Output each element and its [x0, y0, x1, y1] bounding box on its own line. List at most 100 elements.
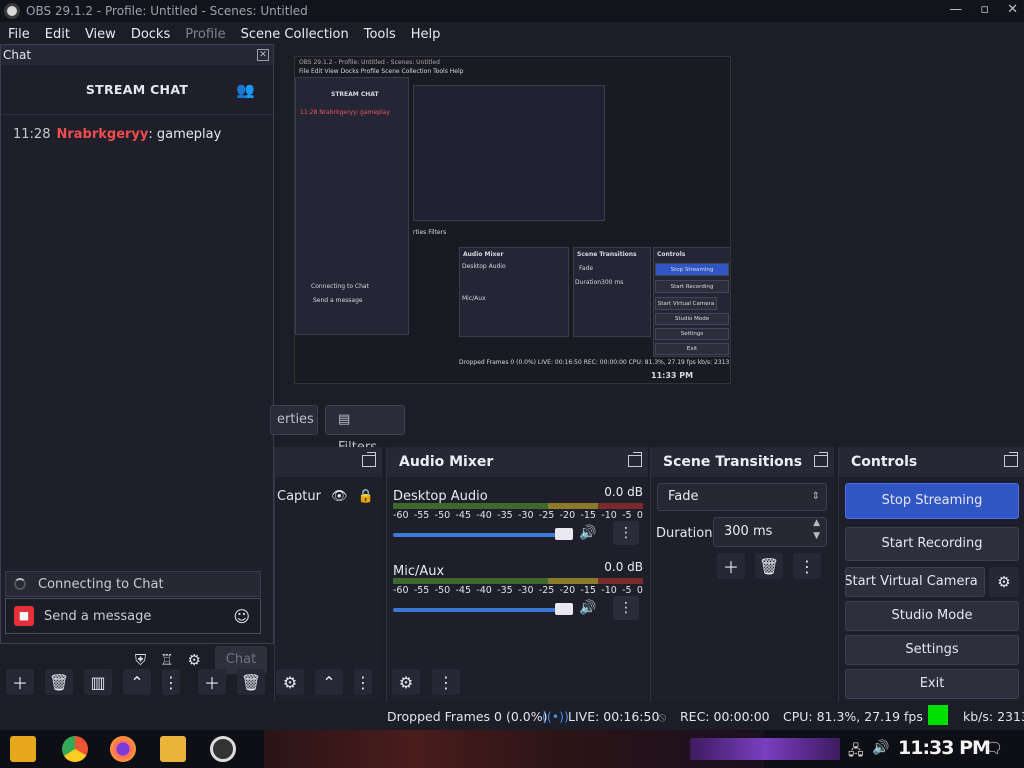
- move-source-up-icon[interactable]: ⌃: [315, 669, 343, 695]
- lock-icon[interactable]: 🔒: [358, 489, 374, 504]
- tick: -10: [601, 510, 617, 521]
- menu-profile[interactable]: Profile: [177, 27, 232, 42]
- spinner-arrows-icon[interactable]: ▲ ▼: [813, 517, 820, 543]
- float-dock-icon[interactable]: [1004, 452, 1018, 467]
- menu-help[interactable]: Help: [403, 27, 448, 42]
- scene-transitions-header: Scene Transitions: [651, 447, 834, 477]
- mixer-menu-icon[interactable]: ⋮: [432, 669, 460, 695]
- obs-taskbar-icon[interactable]: [210, 736, 236, 762]
- menu-docks[interactable]: Docks: [123, 27, 177, 42]
- file-explorer-icon[interactable]: [160, 736, 186, 762]
- scene-transitions-dock: Scene Transitions Fade ⇕ Duration 300 ms…: [650, 447, 834, 702]
- tick: -5: [622, 585, 632, 596]
- chrome-icon[interactable]: [62, 736, 88, 762]
- tab-filters[interactable]: ▤ Filters: [325, 405, 405, 455]
- menu-scene-collection[interactable]: Scene Collection: [233, 27, 356, 42]
- chat-dock: Chat ✕ STREAM CHAT 👥 11:28 Nrabrkgeryy: g…: [0, 44, 274, 674]
- virtual-camera-settings-icon[interactable]: ⚙: [989, 567, 1019, 597]
- connecting-status: Connecting to Chat: [5, 571, 261, 597]
- window-controls: — ▫ ✕: [949, 2, 1018, 17]
- menu-bar: File Edit View Docks Profile Scene Colle…: [0, 22, 1024, 46]
- minimize-button[interactable]: —: [949, 2, 962, 17]
- tick: -55: [413, 510, 430, 521]
- start-recording-button[interactable]: Start Recording: [845, 527, 1019, 561]
- send-message-input[interactable]: ■ Send a message ☺: [5, 598, 261, 634]
- settings-button[interactable]: Settings: [845, 635, 1019, 665]
- tick: -50: [434, 585, 451, 596]
- volume-slider-handle[interactable]: [555, 603, 573, 615]
- volume-icon[interactable]: 🔊: [872, 740, 889, 756]
- bitrate: kb/s: 2313: [963, 709, 1024, 724]
- move-scene-up-icon[interactable]: ⌃: [123, 669, 151, 695]
- float-dock-icon[interactable]: [814, 452, 828, 467]
- remove-transition-icon[interactable]: 🗑: [755, 553, 783, 579]
- volume-meter: [393, 503, 643, 509]
- transition-select[interactable]: Fade ⇕: [657, 483, 827, 511]
- taskbar: 🖧 🔊 11:33 PM 🗨: [0, 730, 1024, 768]
- controls-header: Controls: [839, 447, 1024, 477]
- source-properties-icon[interactable]: ⚙: [276, 669, 304, 695]
- volume-slider-track[interactable]: [393, 533, 563, 537]
- chat-message-user[interactable]: Nrabrkgeryy: [56, 127, 148, 142]
- add-scene-icon[interactable]: ＋: [6, 669, 34, 695]
- source-menu-icon[interactable]: ⋮: [354, 669, 372, 695]
- transition-menu-icon[interactable]: ⋮: [793, 553, 821, 579]
- audio-mixer-dock: Audio Mixer Desktop Audio 0.0 dB -60 -55-…: [386, 447, 648, 702]
- connection-health-indicator: [928, 705, 948, 725]
- tick: -60: [393, 510, 409, 521]
- add-source-icon[interactable]: ＋: [198, 669, 226, 695]
- remove-source-icon[interactable]: 🗑: [237, 669, 265, 695]
- advanced-audio-icon[interactable]: ⚙: [392, 669, 420, 695]
- scene-filters-icon[interactable]: ▥: [84, 669, 112, 695]
- speaker-icon[interactable]: 🔊: [579, 525, 596, 541]
- meter-ticks: -60 -55 -50 -45 -40 -35 -30 -25 -20 -15 -10 -5 0: [393, 510, 643, 521]
- preview-chat-message: 11:28 Nrabrkgeryy: gameplay: [300, 109, 390, 116]
- filters-icon: ▤: [338, 412, 351, 427]
- duration-spinbox[interactable]: 300 ms ▲ ▼: [713, 517, 827, 547]
- users-icon[interactable]: 👥: [236, 81, 255, 99]
- rec-time: REC: 00:00:00: [680, 709, 770, 724]
- float-dock-icon[interactable]: [628, 452, 642, 467]
- channel-db: 0.0 dB: [604, 485, 643, 499]
- preview-transitions-title: Scene Transitions: [577, 251, 637, 258]
- visibility-eye-icon[interactable]: 👁: [331, 489, 348, 504]
- add-transition-icon[interactable]: ＋: [717, 553, 745, 579]
- menu-view[interactable]: View: [77, 27, 123, 42]
- source-item-label: Captur: [277, 489, 321, 504]
- program-preview[interactable]: OBS 29.1.2 - Profile: Untitled - Scenes:…: [294, 56, 731, 384]
- tick: -40: [476, 510, 492, 521]
- close-button[interactable]: ✕: [1007, 2, 1018, 17]
- preview-mic-aux: Mic/Aux: [462, 295, 486, 302]
- menu-tools[interactable]: Tools: [356, 27, 403, 42]
- channel-menu-button[interactable]: ⋮: [613, 596, 639, 620]
- volume-slider-track[interactable]: [393, 608, 563, 612]
- network-icon[interactable]: 🖧: [848, 740, 864, 764]
- emoji-icon[interactable]: ☺: [233, 607, 250, 626]
- meter-ticks: -60 -55 -50 -45 -40 -35 -30 -25 -20 -15 -10 -5 0: [393, 585, 643, 596]
- maximize-button[interactable]: ▫: [980, 2, 989, 17]
- settings-gear-icon[interactable]: ⚙: [188, 651, 201, 669]
- start-menu-icon[interactable]: [10, 736, 36, 762]
- tab-properties[interactable]: erties: [270, 405, 318, 435]
- menu-edit[interactable]: Edit: [37, 27, 77, 42]
- notifications-icon[interactable]: 🗨: [984, 739, 1003, 757]
- channel-menu-button[interactable]: ⋮: [613, 521, 639, 545]
- shield-icon[interactable]: ⛨: [135, 651, 146, 669]
- start-virtual-camera-button[interactable]: Start Virtual Camera: [845, 567, 985, 597]
- volume-slider-handle[interactable]: [555, 528, 573, 540]
- trophy-icon[interactable]: ♖: [160, 651, 173, 669]
- speaker-icon[interactable]: 🔊: [579, 600, 596, 616]
- exit-button[interactable]: Exit: [845, 669, 1019, 699]
- preview-ms: 300 ms: [601, 279, 624, 286]
- remove-scene-icon[interactable]: 🗑: [45, 669, 73, 695]
- menu-file[interactable]: File: [0, 27, 37, 42]
- firefox-icon[interactable]: [110, 736, 136, 762]
- connecting-label: Connecting to Chat: [38, 576, 164, 592]
- preview-settings: Settings: [655, 328, 729, 340]
- float-dock-icon[interactable]: [362, 452, 376, 467]
- scene-menu-icon[interactable]: ⋮: [162, 669, 180, 695]
- close-dock-icon[interactable]: ✕: [257, 49, 269, 61]
- source-item[interactable]: Captur 👁 🔒: [277, 489, 374, 504]
- stop-streaming-button[interactable]: Stop Streaming: [845, 483, 1019, 519]
- studio-mode-button[interactable]: Studio Mode: [845, 601, 1019, 631]
